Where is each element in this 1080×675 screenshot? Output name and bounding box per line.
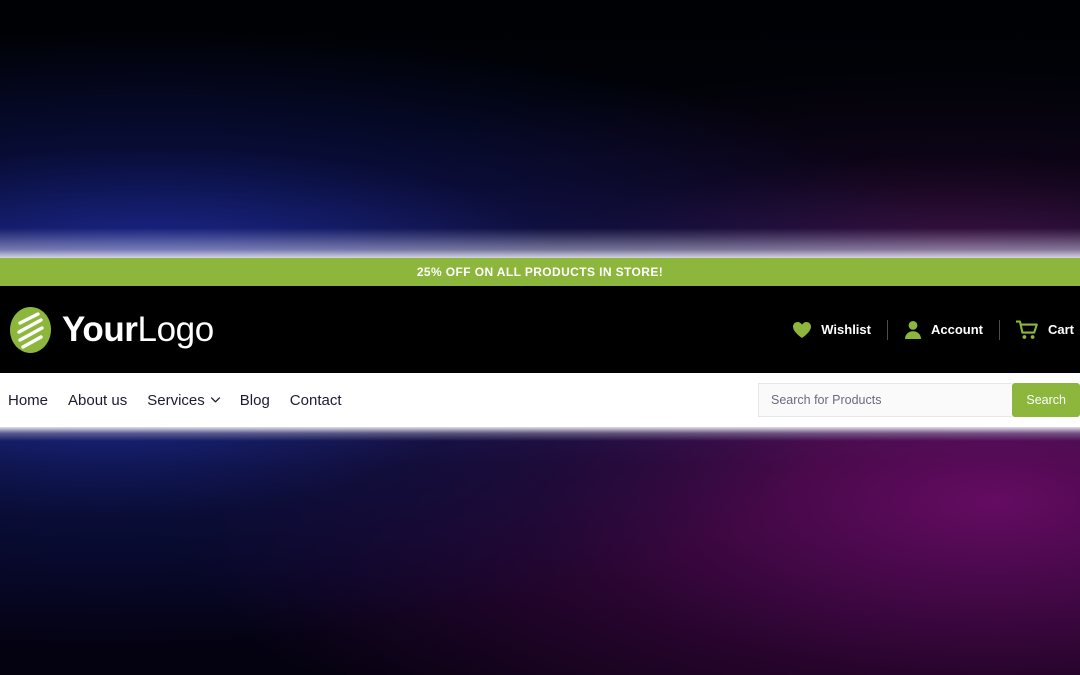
header-actions: Wishlist Account Cart bbox=[792, 286, 1080, 373]
chevron-down-icon bbox=[210, 397, 220, 403]
nav-item-services[interactable]: Services bbox=[137, 392, 230, 409]
logo-text: YourLogo bbox=[62, 312, 214, 347]
search-button[interactable]: Search bbox=[1012, 383, 1080, 417]
user-icon bbox=[904, 320, 922, 340]
nav-item-label: Services bbox=[147, 391, 205, 409]
nav-item-label: About us bbox=[68, 391, 128, 409]
page-root: 25% OFF ON ALL PRODUCTS IN STORE! YourLo… bbox=[0, 0, 1080, 675]
wishlist-label: Wishlist bbox=[821, 322, 871, 337]
hero-background-top bbox=[0, 0, 1080, 258]
logo-text-light: Logo bbox=[137, 310, 215, 349]
nav-item-home[interactable]: Home bbox=[8, 392, 58, 409]
promo-text: 25% OFF ON ALL PRODUCTS IN STORE! bbox=[416, 265, 664, 279]
heart-icon bbox=[792, 321, 812, 339]
nav-item-blog[interactable]: Blog bbox=[230, 392, 280, 409]
leaf-logo-icon bbox=[8, 306, 53, 354]
cart-action[interactable]: Cart bbox=[1000, 320, 1080, 340]
cart-icon bbox=[1015, 320, 1039, 340]
logo-link[interactable]: YourLogo bbox=[8, 306, 214, 354]
nav-item-label: Home bbox=[8, 391, 49, 409]
nav-item-label: Blog bbox=[239, 391, 270, 409]
hero-background-bottom bbox=[0, 427, 1080, 675]
nav-item-label: Contact bbox=[289, 391, 342, 409]
account-label: Account bbox=[930, 322, 983, 337]
product-search: Search bbox=[758, 383, 1080, 417]
main-navbar: Home About us Services Blog Contact Sear… bbox=[0, 373, 1080, 427]
cart-label: Cart bbox=[1047, 322, 1074, 337]
promo-bar[interactable]: 25% OFF ON ALL PRODUCTS IN STORE! bbox=[0, 258, 1080, 286]
logo-text-bold: Your bbox=[62, 310, 138, 349]
nav-item-contact[interactable]: Contact bbox=[280, 392, 352, 409]
wishlist-action[interactable]: Wishlist bbox=[792, 321, 887, 339]
site-header: YourLogo Wishlist Account Cart bbox=[0, 286, 1080, 373]
nav-links: Home About us Services Blog Contact bbox=[8, 392, 352, 409]
search-input[interactable] bbox=[758, 383, 1013, 417]
nav-item-about-us[interactable]: About us bbox=[58, 392, 137, 409]
account-action[interactable]: Account bbox=[888, 320, 999, 340]
